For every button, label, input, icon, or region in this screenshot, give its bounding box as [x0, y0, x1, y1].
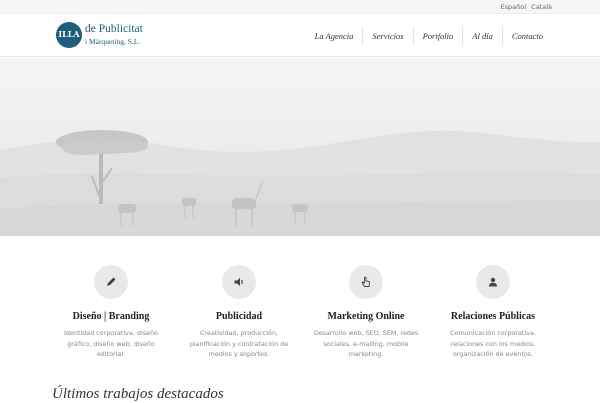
- service-relaciones-publicas: Relaciones Públicas Comunicación corpora…: [433, 265, 553, 360]
- main-nav: La Agencia Servicios Portfolio Al día Co…: [306, 27, 552, 45]
- language-link-es[interactable]: Español: [501, 3, 527, 11]
- nav-item-al-dia[interactable]: Al día: [462, 27, 502, 45]
- language-link-ca[interactable]: Català: [531, 3, 552, 11]
- pencil-icon: [107, 277, 116, 286]
- service-publicidad: Publicidad Creatividad, producción, plan…: [179, 265, 299, 360]
- user-icon: [489, 277, 497, 287]
- nav-item-contacto[interactable]: Contacto: [501, 27, 552, 45]
- service-description: Creatividad, producción, planificación y…: [189, 329, 289, 358]
- speaker-icon: [234, 278, 243, 286]
- language-bar: Español Català: [0, 0, 600, 14]
- logo-text-line2: i Màrqueting, S.L.: [85, 37, 141, 46]
- nav-item-servicios[interactable]: Servicios: [362, 27, 412, 45]
- service-description: Identidad corporativa, diseño gráfico, d…: [64, 329, 158, 358]
- section-title-featured-works: Últimos trabajos destacados: [52, 386, 224, 402]
- services-section: Diseño | Branding Identidad corporativa,…: [0, 236, 600, 366]
- logo-text-line1: de Publicitat: [85, 23, 143, 35]
- service-title: Diseño | Branding: [72, 311, 150, 322]
- hero-banner: [0, 58, 600, 236]
- service-title: Marketing Online: [327, 311, 405, 322]
- logo[interactable]: ILLA de Publicitat i Màrqueting, S.L.: [56, 22, 146, 50]
- logo-mark: ILLA: [56, 22, 82, 48]
- language-switcher: Español Català: [498, 3, 552, 11]
- service-marketing-online: Marketing Online Desarrollo web, SEO, SE…: [306, 265, 426, 360]
- service-description: Desarrollo web, SEO, SEM, redes sociales…: [313, 329, 419, 358]
- site-header: ILLA de Publicitat i Màrqueting, S.L. La…: [0, 14, 600, 57]
- nav-item-portfolio[interactable]: Portfolio: [412, 27, 463, 45]
- service-title: Publicidad: [215, 311, 263, 322]
- logo-mark-text: ILLA: [58, 29, 80, 39]
- service-icon-button[interactable]: [94, 265, 128, 299]
- service-description: Comunicación corporativa, relaciones con…: [450, 329, 536, 358]
- service-icon-button[interactable]: [222, 265, 256, 299]
- pointer-hand-icon: [361, 276, 370, 287]
- service-icon-button[interactable]: [476, 265, 510, 299]
- service-icon-button[interactable]: [349, 265, 383, 299]
- service-title: Relaciones Públicas: [450, 311, 536, 322]
- nav-item-la-agencia[interactable]: La Agencia: [306, 27, 363, 45]
- service-design-branding: Diseño | Branding Identidad corporativa,…: [51, 265, 171, 360]
- hero-landscape-image: [0, 130, 600, 236]
